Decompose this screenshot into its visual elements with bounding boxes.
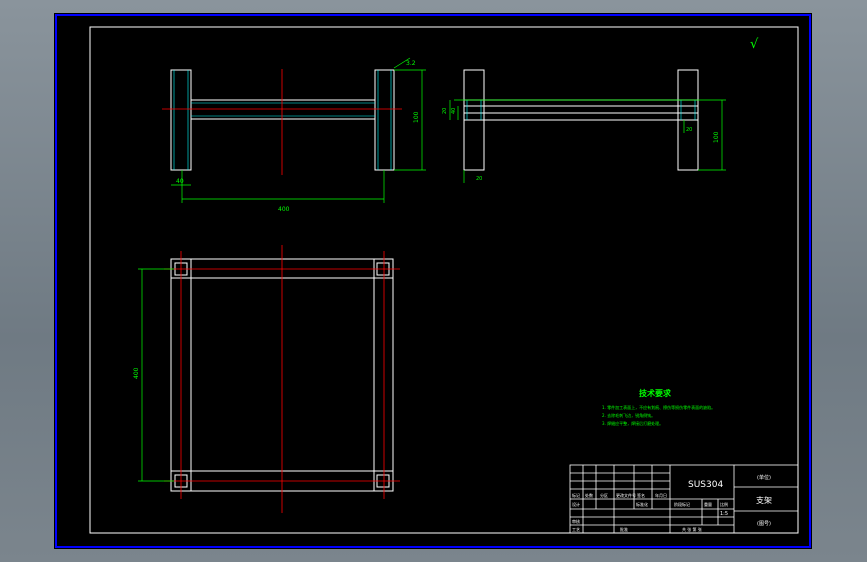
dim-front-roughness: 3.2 xyxy=(406,60,416,67)
title-label-stage-mark: 阶段标记 xyxy=(674,501,690,507)
title-label-standardize: 标准化 xyxy=(636,501,648,507)
title-drawing-no: (图号) xyxy=(757,521,771,527)
title-label-design: 设计 xyxy=(572,501,580,507)
sheet-outer-border xyxy=(55,14,811,548)
surface-finish-symbol: √ xyxy=(750,37,759,52)
tech-req-item-3: 3. 焊缝应平整，焊接后打磨处理。 xyxy=(602,420,663,426)
title-label-change-doc: 更改文件号 xyxy=(616,492,636,498)
title-label-review: 审核 xyxy=(572,518,580,524)
tech-req-item-2: 2. 去除毛刺飞边，锐角倒钝。 xyxy=(602,412,655,418)
plan-centerlines xyxy=(164,245,400,513)
title-label-mark: 标记 xyxy=(572,492,580,498)
side-upper-rail xyxy=(463,99,699,107)
title-unit-name: (单位) xyxy=(757,474,771,481)
title-label-sheets: 共 张 第 张 xyxy=(682,526,702,532)
side-view xyxy=(463,69,699,171)
title-scale-value: 1:5 xyxy=(720,511,728,517)
plan-dimensions xyxy=(138,268,174,482)
title-label-process: 工艺 xyxy=(572,527,580,532)
title-label-scale: 比例 xyxy=(720,501,728,507)
dim-front-width: 400 xyxy=(278,206,290,213)
plan-inner xyxy=(190,277,375,472)
dim-front-leg: 40 xyxy=(176,178,184,185)
dim-side-corner: 20 xyxy=(476,176,482,182)
tech-req-item-1: 1. 零件加工表面上，不应有划痕、擦伤等损伤零件表面的缺陷。 xyxy=(602,404,715,410)
side-lower-rail xyxy=(463,112,699,121)
dim-front-height: 100 xyxy=(413,111,420,123)
front-centerlines xyxy=(162,69,402,175)
dim-side-height: 100 xyxy=(713,131,720,143)
dim-side-small-2: 40 xyxy=(451,108,457,114)
title-label-date: 年月日 xyxy=(655,492,667,498)
tech-req-title: 技术要求 xyxy=(639,388,672,398)
side-dimensions xyxy=(449,99,726,183)
front-view xyxy=(170,69,395,171)
front-dimensions xyxy=(171,57,426,203)
title-label-approve: 批准 xyxy=(620,526,628,532)
title-label-zone: 分区 xyxy=(600,492,608,498)
title-label-weight: 重量 xyxy=(704,501,712,507)
title-label-signature: 签名 xyxy=(637,492,645,498)
title-label-count: 处数 xyxy=(585,492,593,498)
dim-side-tube: 20 xyxy=(686,127,692,133)
dim-side-small-1: 20 xyxy=(442,108,448,114)
title-part-name: 支架 xyxy=(756,495,772,505)
cad-drawing-canvas: √ 400 100 40 3.2 100 20 40 20 20 400 技术要… xyxy=(55,14,811,548)
title-material: SUS304 xyxy=(688,480,723,490)
cad-viewport[interactable]: √ 400 100 40 3.2 100 20 40 20 20 400 技术要… xyxy=(54,13,812,549)
dim-plan-depth: 400 xyxy=(133,367,140,379)
